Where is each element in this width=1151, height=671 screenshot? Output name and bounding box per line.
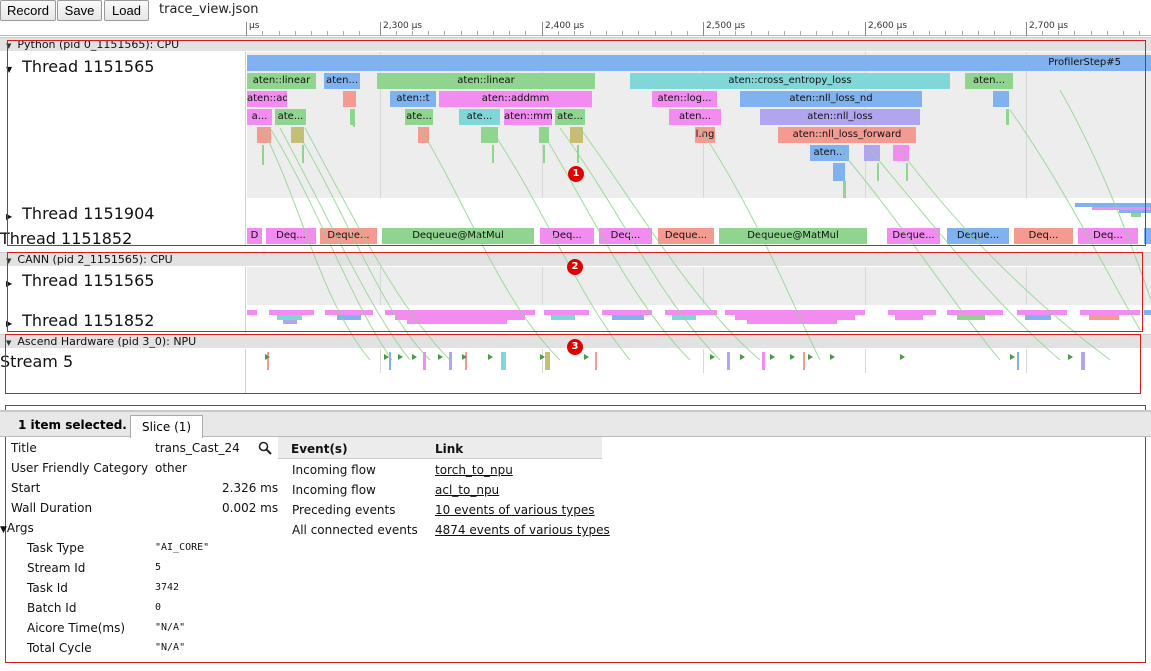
- annotation-number: 2: [567, 259, 583, 275]
- detail-start-value: 2.326 ms: [222, 481, 279, 495]
- arg-key: Batch Id: [27, 601, 77, 615]
- detail-label: Title: [11, 441, 37, 455]
- arg-value: "AI_CORE": [155, 542, 210, 553]
- link-column-header: Link: [435, 442, 464, 456]
- arg-value: "N/A": [155, 622, 186, 633]
- event-type: All connected events: [292, 523, 418, 537]
- arg-value: 3742: [155, 582, 180, 593]
- arg-value: "N/A": [155, 642, 186, 653]
- arg-key: Stream Id: [27, 561, 86, 575]
- event-type: Incoming flow: [292, 483, 376, 497]
- event-link[interactable]: 10 events of various types: [435, 503, 595, 517]
- analysis-panel-header: 1 item selected. Slice (1): [0, 410, 1151, 438]
- arg-key: Task Id: [27, 581, 68, 595]
- args-toggle[interactable]: ▼Args: [0, 521, 34, 535]
- detail-label: Start: [11, 481, 41, 495]
- annotation-number: 3: [567, 339, 583, 355]
- event-type: Preceding events: [292, 503, 396, 517]
- arg-key: Total Cycle: [27, 641, 92, 655]
- arg-key: Aicore Time(ms): [27, 621, 126, 635]
- tab-slice[interactable]: Slice (1): [130, 415, 204, 438]
- event-link[interactable]: torch_to_npu: [435, 463, 513, 477]
- annotation-number: 1: [568, 166, 584, 182]
- collapse-triangle-icon[interactable]: ▼: [0, 525, 7, 535]
- detail-label: User Friendly Category: [11, 461, 149, 475]
- event-link[interactable]: acl_to_npu: [435, 483, 499, 497]
- events-column-header: Event(s): [291, 442, 348, 456]
- magnifier-icon[interactable]: [258, 441, 272, 455]
- selection-summary: 1 item selected.: [18, 418, 127, 432]
- detail-duration-value: 0.002 ms: [222, 501, 279, 515]
- event-type: Incoming flow: [292, 463, 376, 477]
- arg-key: Task Type: [27, 541, 85, 555]
- event-link[interactable]: 4874 events of various types: [435, 523, 610, 537]
- detail-title-value: trans_Cast_24: [155, 441, 240, 455]
- detail-label: Wall Duration: [11, 501, 93, 515]
- detail-category-value: other: [155, 461, 187, 475]
- arg-value: 0: [155, 602, 162, 613]
- arg-value: 5: [155, 562, 162, 573]
